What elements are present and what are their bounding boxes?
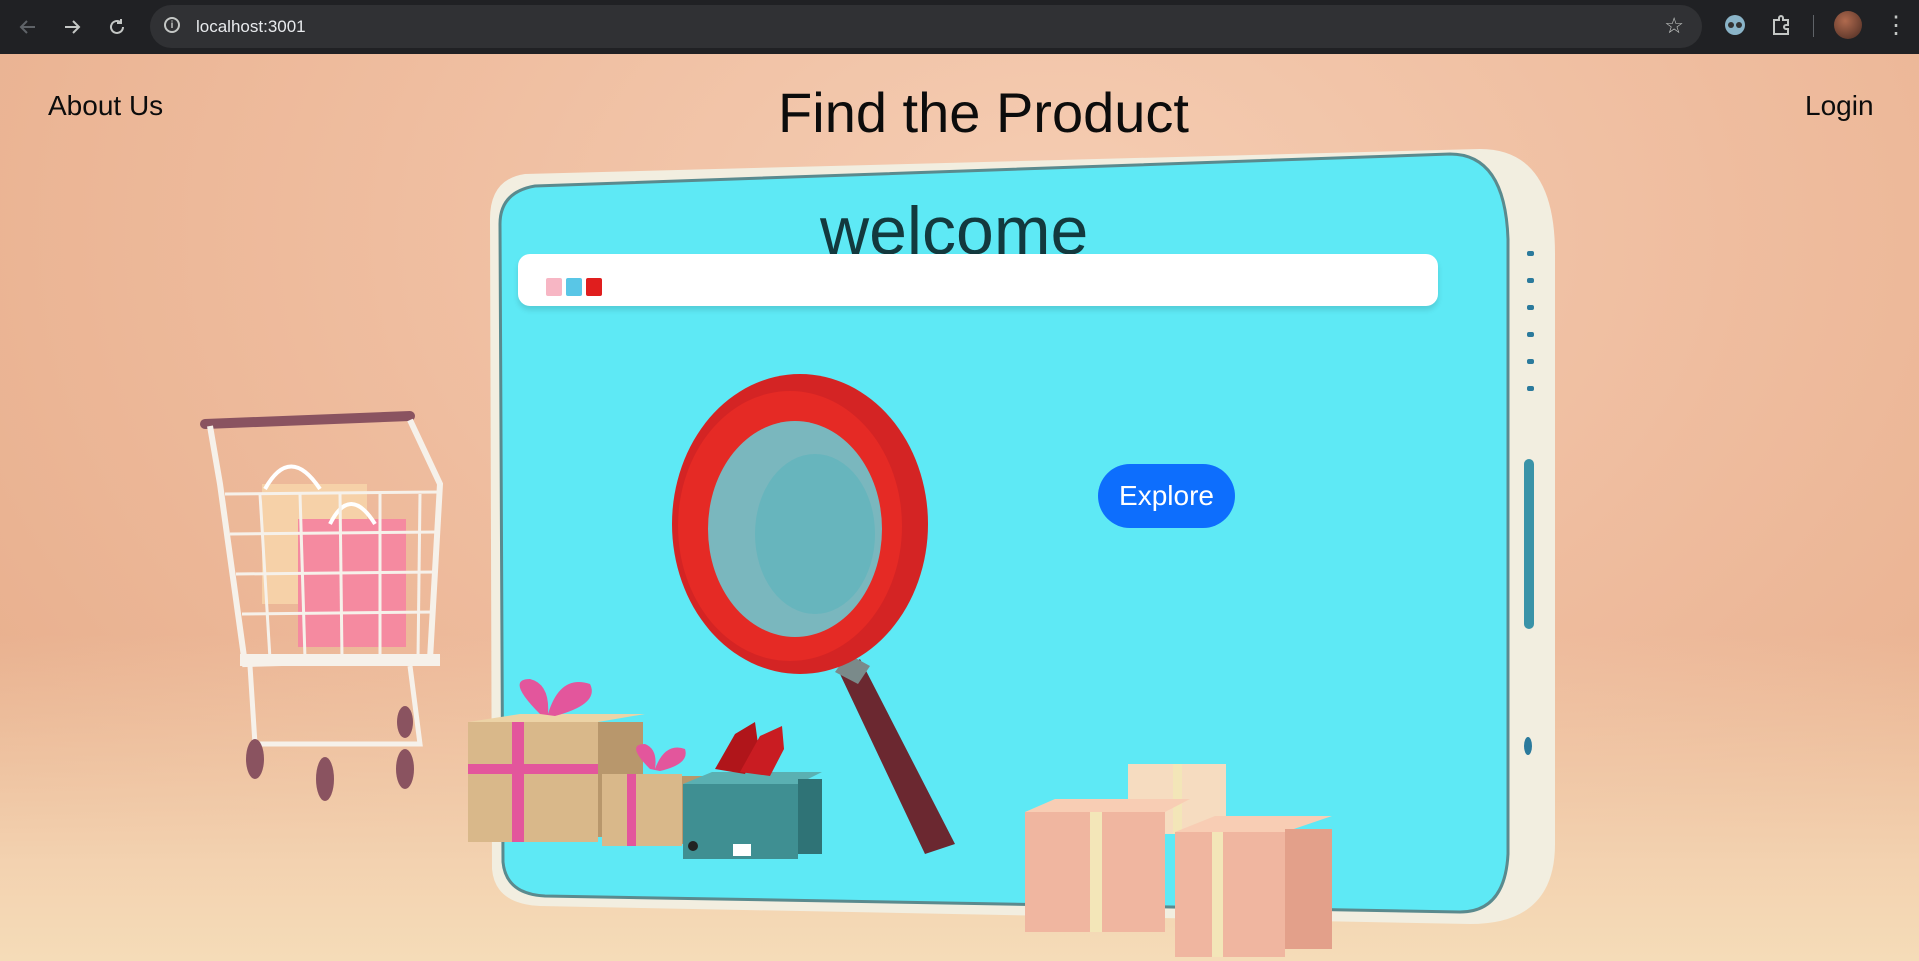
hero-illustration: [200, 149, 1555, 957]
window-dot-red: [586, 278, 602, 296]
search-bar[interactable]: [518, 254, 1438, 306]
puzzle-icon[interactable]: [1768, 12, 1794, 38]
back-icon[interactable]: [12, 11, 44, 43]
more-menu-icon[interactable]: ⋮: [1884, 12, 1908, 40]
star-icon[interactable]: ☆: [1664, 13, 1684, 39]
address-bar[interactable]: i localhost:3001 ☆: [150, 5, 1702, 48]
forward-icon[interactable]: [56, 11, 88, 43]
avatar[interactable]: [1834, 11, 1862, 39]
window-dot-pink: [546, 278, 562, 296]
login-link[interactable]: Login: [1805, 90, 1874, 122]
window-dot-blue: [566, 278, 582, 296]
explore-button[interactable]: Explore: [1098, 464, 1235, 528]
page: About Us Find the Product Login welcome …: [0, 54, 1919, 961]
toolbar-divider: [1813, 15, 1814, 37]
extension-icon[interactable]: [1722, 12, 1748, 38]
page-title: Find the Product: [778, 81, 1189, 144]
browser-toolbar: i localhost:3001 ☆ ⋮: [0, 0, 1919, 54]
shopping-cart-illustration: [200, 411, 444, 801]
url-text[interactable]: localhost:3001: [196, 17, 306, 37]
info-icon[interactable]: i: [164, 17, 180, 33]
reload-icon[interactable]: [101, 11, 133, 43]
